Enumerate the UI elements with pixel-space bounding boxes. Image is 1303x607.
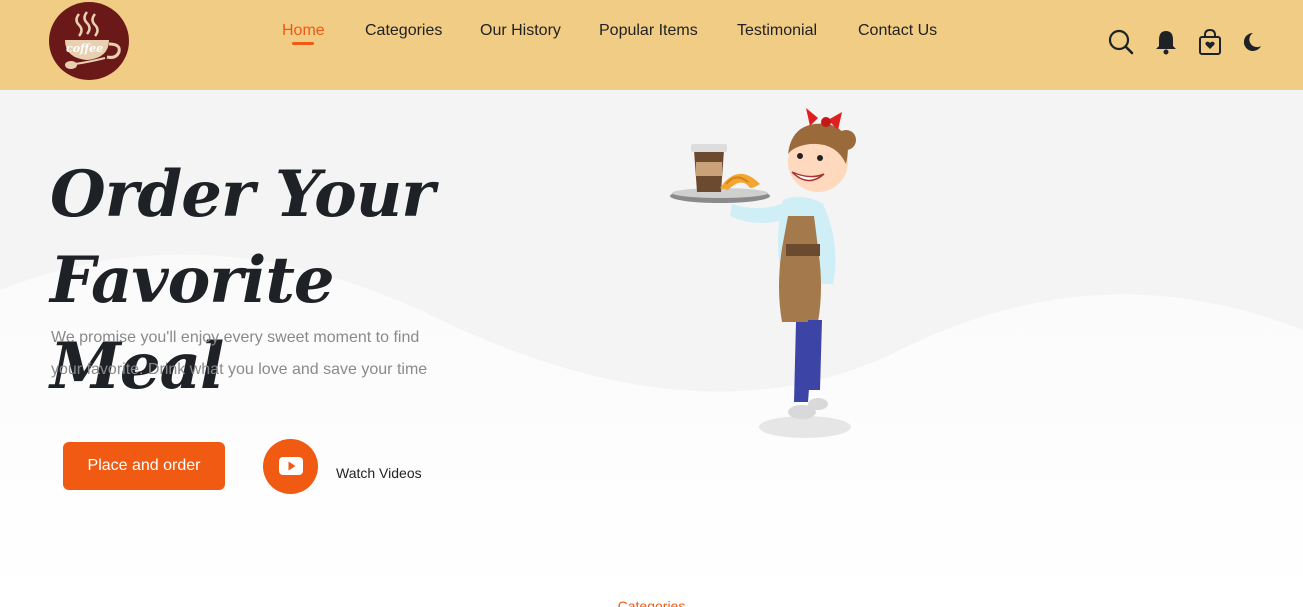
nav-item-categories[interactable]: Categories: [365, 22, 442, 40]
hero-section: Order Your Favorite Meal We promise you'…: [0, 90, 1303, 607]
watch-video-button[interactable]: [263, 439, 318, 494]
youtube-play-icon: [279, 457, 303, 475]
moon-icon[interactable]: [1237, 28, 1265, 56]
nav-item-testimonial[interactable]: Testimonial: [737, 22, 817, 40]
nav-item-popular-items[interactable]: Popular Items: [599, 22, 698, 40]
shopping-bag-icon[interactable]: [1196, 28, 1224, 56]
nav-item-home[interactable]: Home: [282, 22, 325, 40]
bell-icon[interactable]: [1152, 28, 1180, 56]
watch-videos-link[interactable]: Watch Videos: [336, 465, 422, 481]
nav-item-contact-us[interactable]: Contact Us: [858, 22, 937, 40]
search-icon[interactable]: [1107, 28, 1135, 56]
hero-description: We promise you'll enjoy every sweet mome…: [51, 329, 428, 378]
active-nav-indicator: [292, 42, 314, 45]
place-order-button[interactable]: Place and order: [63, 442, 225, 490]
waitress-illustration: [670, 108, 856, 438]
categories-section-label: Categories: [617, 598, 686, 607]
nav-item-our-history[interactable]: Our History: [480, 22, 561, 40]
site-header: coffee Home Categories Our History Popul…: [0, 0, 1303, 90]
